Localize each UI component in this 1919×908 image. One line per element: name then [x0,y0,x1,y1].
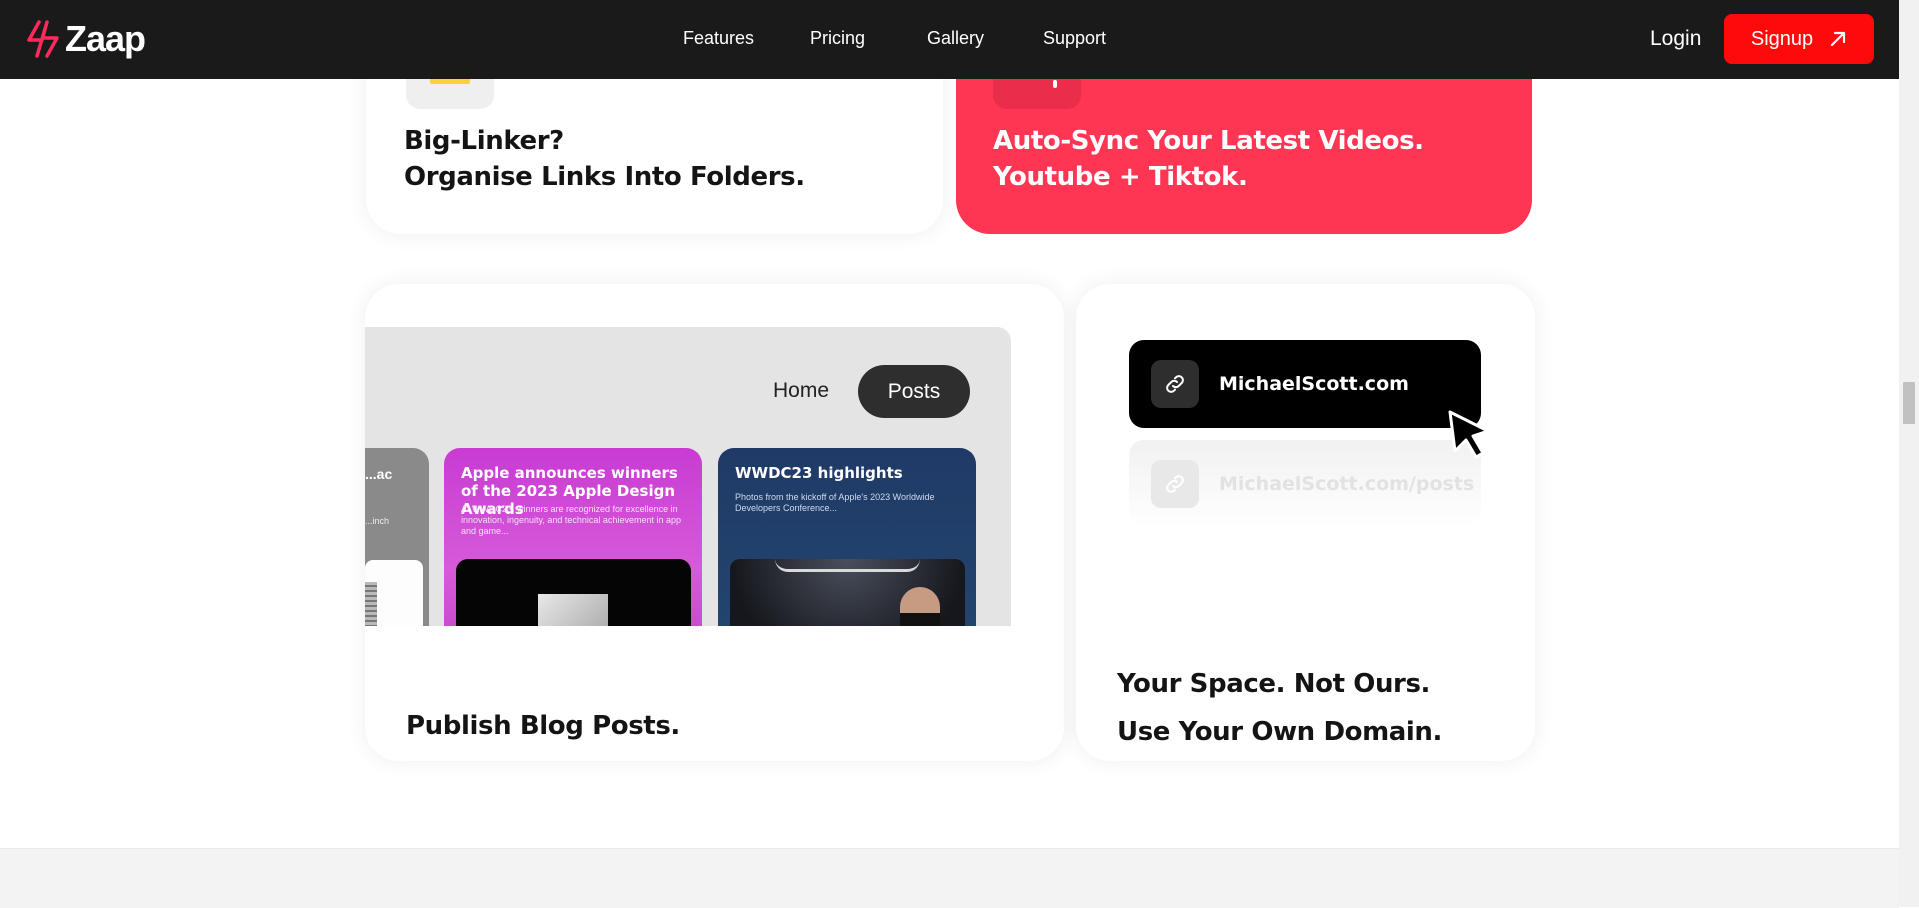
nav-link-support[interactable]: Support [1043,28,1106,49]
feature-heading-folders: Big-Linker? Organise Links Into Folders. [404,123,805,195]
blog-post-title: ...ac [365,466,393,482]
signup-button[interactable]: Signup [1724,14,1874,64]
next-section-band [0,848,1899,908]
feature-heading-line: Auto-Sync Your Latest Videos. [993,126,1424,156]
mac-pro-image [365,560,423,626]
blog-post-card[interactable]: WWDC23 highlights Photos from the kickof… [718,448,976,626]
blog-post-card[interactable]: Apple announces winners of the 2023 Appl… [444,448,702,626]
arrow-up-right-icon [1831,31,1846,47]
design-award-image [456,559,691,626]
feature-heading-line: Your Space. Not Ours. [1117,669,1431,699]
feature-heading-line: Use Your Own Domain. [1117,717,1443,747]
zaap-logo-icon [27,20,59,58]
blog-post-excerpt: At WWDC23, winners are recognized for ex… [461,504,681,536]
nav-link-gallery[interactable]: Gallery [927,28,984,49]
domain-link-secondary[interactable]: MichaelScott.com/posts [1129,440,1481,528]
page-content: Big-Linker? Organise Links Into Folders.… [0,0,1899,908]
cursor-pointer-icon [1448,410,1490,459]
brand-logo[interactable]: Zaap [25,18,146,60]
nav-link-features[interactable]: Features [683,28,754,49]
domain-url: MichaelScott.com [1219,373,1409,395]
blog-nav-posts[interactable]: Posts [858,365,970,418]
link-icon [1151,360,1199,408]
page-scrollbar[interactable] [1899,0,1919,907]
feature-card-domain: MichaelScott.com MichaelScott.com/posts … [1076,284,1535,761]
blog-post-title: WWDC23 highlights [735,464,903,482]
top-navbar: Zaap Features Pricing Gallery Support Lo… [0,0,1899,79]
signup-label: Signup [1750,27,1814,50]
feature-heading-autosync: Auto-Sync Your Latest Videos. Youtube + … [993,123,1424,195]
feature-heading-line: Big-Linker? [404,126,564,156]
link-icon [1151,460,1199,508]
blog-post-card[interactable]: ...ac ...inch [365,448,429,626]
feature-card-blog: Home Posts ...ac ...inch Apple announces… [365,284,1064,761]
brand-name: Zaap [65,18,146,59]
domain-link-primary[interactable]: MichaelScott.com [1129,340,1481,428]
login-link[interactable]: Login [1650,27,1701,51]
keynote-stage-image [730,559,965,626]
blog-post-excerpt: Photos from the kickoff of Apple's 2023 … [735,492,935,513]
blog-preview: Home Posts ...ac ...inch Apple announces… [365,327,1011,626]
blog-post-excerpt: ...inch [365,516,390,526]
feature-heading-blog: Publish Blog Posts. [406,711,680,741]
nav-link-pricing[interactable]: Pricing [810,28,865,49]
domain-url: MichaelScott.com/posts [1219,473,1475,495]
blog-nav-home[interactable]: Home [773,379,829,403]
feature-heading-line: Youtube + Tiktok. [993,162,1248,192]
feature-heading-domain: Your Space. Not Ours. Use Your Own Domai… [1117,660,1442,756]
feature-heading-line: Organise Links Into Folders. [404,162,805,192]
scrollbar-thumb[interactable] [1903,382,1915,424]
